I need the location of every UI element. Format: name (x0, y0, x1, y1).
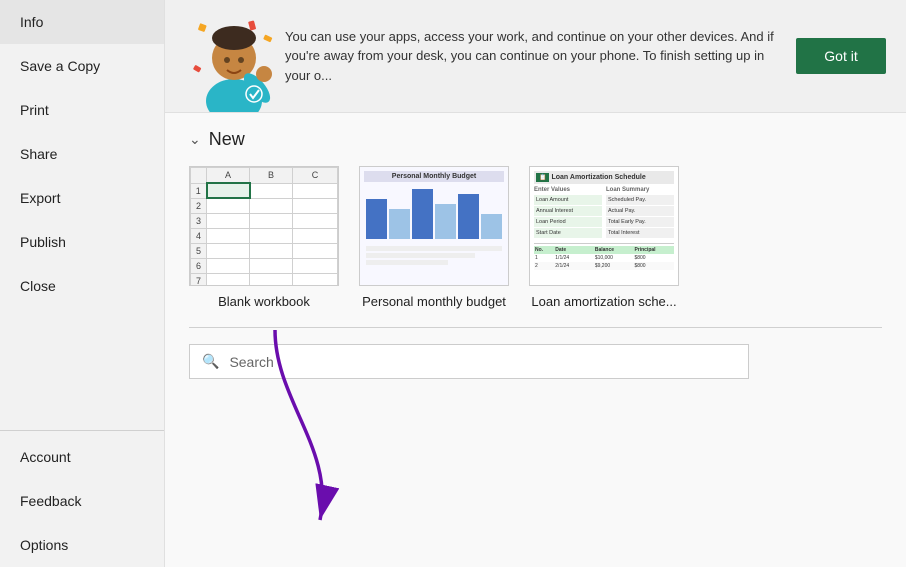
search-placeholder: Search (229, 354, 273, 370)
grid-col-a: A (207, 168, 250, 184)
cell-b4[interactable] (250, 228, 293, 243)
cell-a2[interactable] (207, 198, 250, 213)
search-bar[interactable]: 🔍 Search (189, 344, 749, 379)
cell-c5[interactable] (293, 243, 338, 258)
cell-a7[interactable] (207, 273, 250, 286)
cell-a5[interactable] (207, 243, 250, 258)
grid-col-b: B (250, 168, 293, 184)
template-blank-workbook[interactable]: A B C 1 (189, 166, 339, 309)
grid-col-c: C (293, 168, 338, 184)
sidebar-item-feedback[interactable]: Feedback (0, 479, 164, 523)
cell-c2[interactable] (293, 198, 338, 213)
grid-corner (191, 168, 207, 184)
sidebar-item-close[interactable]: Close (0, 264, 164, 308)
sidebar: Info Save a Copy Print Share Export Publ… (0, 0, 165, 567)
row-num-3: 3 (191, 213, 207, 228)
notification-avatar (189, 16, 269, 96)
cell-c6[interactable] (293, 258, 338, 273)
got-it-button[interactable]: Got it (796, 38, 886, 74)
grid-row-3: 3 (191, 213, 338, 228)
loan-header: 📋 Loan Amortization Schedule (534, 171, 674, 184)
sidebar-item-export[interactable]: Export (0, 176, 164, 220)
grid-row-5: 5 (191, 243, 338, 258)
sidebar-item-save-copy[interactable]: Save a Copy (0, 44, 164, 88)
grid-row-4: 4 (191, 228, 338, 243)
blank-workbook-label: Blank workbook (218, 294, 310, 309)
cell-a4[interactable] (207, 228, 250, 243)
cell-b5[interactable] (250, 243, 293, 258)
section-divider (189, 327, 882, 328)
sidebar-item-info[interactable]: Info (0, 0, 164, 44)
row-num-5: 5 (191, 243, 207, 258)
sidebar-item-share[interactable]: Share (0, 132, 164, 176)
grid-row-2: 2 (191, 198, 338, 213)
cell-c1[interactable] (293, 183, 338, 198)
template-personal-budget[interactable]: Personal Monthly Budget (359, 166, 509, 309)
sidebar-bottom: Account Feedback Options (0, 430, 164, 567)
templates-row: A B C 1 (189, 166, 882, 309)
blank-workbook-thumb: A B C 1 (189, 166, 339, 286)
new-header: ⌄ New (189, 129, 882, 150)
new-section: ⌄ New A B C (165, 113, 906, 317)
grid-row-6: 6 (191, 258, 338, 273)
sidebar-item-publish[interactable]: Publish (0, 220, 164, 264)
avatar-illustration (189, 16, 279, 113)
cell-c4[interactable] (293, 228, 338, 243)
notification-banner: You can use your apps, access your work,… (165, 0, 906, 113)
cell-a3[interactable] (207, 213, 250, 228)
search-icon: 🔍 (202, 353, 219, 370)
loan-label: Loan amortization sche... (531, 294, 676, 309)
cell-b1[interactable] (250, 183, 293, 198)
cell-b7[interactable] (250, 273, 293, 286)
cell-c7[interactable] (293, 273, 338, 286)
sidebar-item-account[interactable]: Account (0, 435, 164, 479)
cell-b2[interactable] (250, 198, 293, 213)
row-num-2: 2 (191, 198, 207, 213)
budget-label: Personal monthly budget (362, 294, 506, 309)
sidebar-item-print[interactable]: Print (0, 88, 164, 132)
cell-b6[interactable] (250, 258, 293, 273)
row-num-4: 4 (191, 228, 207, 243)
cell-a6[interactable] (207, 258, 250, 273)
notification-text: You can use your apps, access your work,… (285, 27, 780, 86)
cell-b3[interactable] (250, 213, 293, 228)
grid-row-7: 7 (191, 273, 338, 286)
grid-row-1: 1 (191, 183, 338, 198)
template-loan-amortization[interactable]: 📋 Loan Amortization Schedule Enter Value… (529, 166, 679, 309)
row-num-1: 1 (191, 183, 207, 198)
cell-a1[interactable] (207, 183, 250, 198)
cell-c3[interactable] (293, 213, 338, 228)
chevron-down-icon[interactable]: ⌄ (189, 131, 201, 148)
new-section-title: New (209, 129, 245, 150)
search-section: 🔍 Search (165, 338, 906, 385)
loan-thumb: 📋 Loan Amortization Schedule Enter Value… (529, 166, 679, 286)
sidebar-item-options[interactable]: Options (0, 523, 164, 567)
row-num-7: 7 (191, 273, 207, 286)
main-content: You can use your apps, access your work,… (165, 0, 906, 567)
budget-thumb: Personal Monthly Budget (359, 166, 509, 286)
row-num-6: 6 (191, 258, 207, 273)
